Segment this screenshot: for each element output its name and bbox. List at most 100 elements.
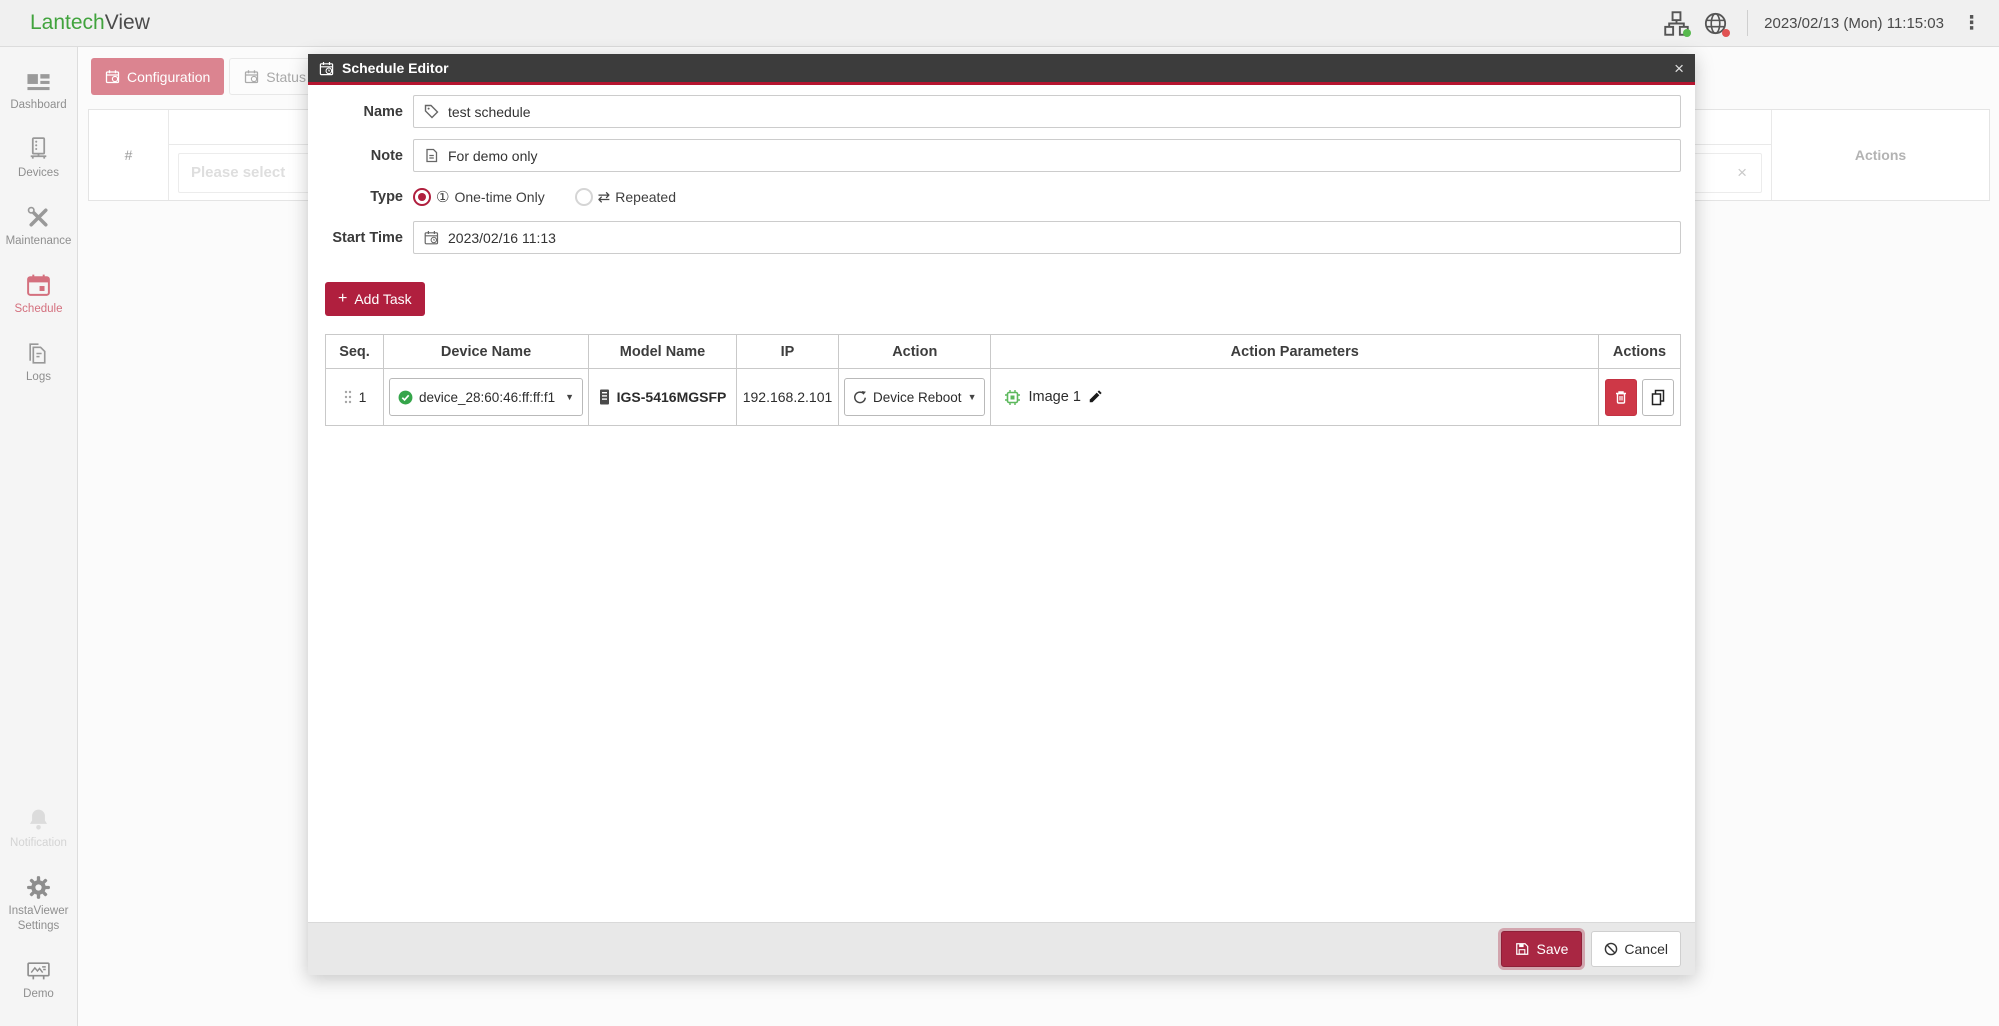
dashboard-icon — [27, 74, 50, 91]
add-task-button[interactable]: + Add Task — [325, 282, 425, 316]
topbar-divider — [1747, 10, 1749, 36]
note-input-wrap — [413, 139, 1681, 172]
name-label: Name — [363, 103, 404, 120]
cancel-button[interactable]: Cancel — [1591, 931, 1681, 967]
trash-icon — [1616, 390, 1626, 404]
switch-device-icon — [599, 389, 609, 405]
start-time-form-row: Start Time — [325, 221, 1681, 254]
radio-option-onetime[interactable]: ① One-time Only — [413, 188, 545, 206]
actions-column-header: Actions — [1771, 110, 1989, 200]
device-select-value: device_28:60:46:ff:ff:f1 — [419, 389, 556, 405]
drag-handle-icon[interactable] — [343, 389, 353, 405]
sidebar-item-notification: Notification — [0, 799, 77, 858]
sidebar-bottom-group: Notification InstaViewer Settings Demo — [0, 799, 77, 1018]
sidebar-item-devices[interactable]: Devices — [0, 129, 77, 188]
action-parameters-cell: Image 1 — [990, 368, 1599, 426]
index-column-header: # — [89, 110, 169, 200]
action-select-value: Device Reboot — [873, 389, 962, 405]
sidebar-label: Schedule — [14, 302, 63, 315]
chip-icon — [1005, 389, 1021, 405]
circled-one-icon: ① — [436, 189, 450, 206]
note-document-icon — [426, 148, 438, 163]
column-header-actions: Actions — [1598, 334, 1681, 369]
tag-icon — [424, 104, 439, 119]
kebab-menu-icon[interactable]: ⋮ — [1962, 12, 1981, 35]
chevron-down-icon: ▼ — [565, 392, 574, 402]
modal-header: Schedule Editor × — [308, 54, 1695, 85]
device-name-cell: device_28:60:46:ff:ff:f1 ▼ — [383, 368, 589, 426]
close-icon[interactable]: × — [1674, 60, 1684, 77]
logs-icon — [29, 343, 46, 364]
globe-status-dot — [1722, 28, 1731, 37]
save-floppy-icon — [1516, 943, 1529, 955]
sidebar-label: Notification — [10, 837, 67, 850]
radio-unselected[interactable] — [574, 188, 593, 206]
ip-cell: 192.168.2.101 — [736, 368, 839, 426]
task-row: 1 device_28:60:46:ff:ff:f1 ▼ IGS-5416MGS… — [325, 368, 1681, 426]
onetime-label: One-time Only — [454, 189, 545, 205]
brand-secondary: View — [104, 11, 150, 34]
radio-option-repeated[interactable]: ⇄ Repeated — [574, 188, 676, 206]
sidebar-label: Devices — [18, 166, 59, 179]
note-form-row: Note — [325, 139, 1681, 172]
demo-board-icon — [27, 962, 50, 980]
tab-label: Configuration — [127, 68, 211, 85]
column-header-seq: Seq. — [325, 334, 384, 369]
start-time-input[interactable] — [448, 229, 1670, 246]
brand-primary: Lantech — [30, 11, 105, 34]
sidebar-label: Dashboard — [10, 99, 67, 111]
delete-task-button[interactable] — [1605, 378, 1637, 416]
sidebar-item-logs[interactable]: Logs — [0, 333, 77, 392]
tab-configuration[interactable]: Configuration — [91, 58, 225, 95]
type-radio-group: ① One-time Only ⇄ Repeated — [413, 188, 676, 206]
name-form-row: Name — [325, 95, 1681, 128]
chevron-down-icon: ▼ — [967, 392, 977, 402]
datetime-display: 2023/02/13 (Mon) 11:15:03 — [1764, 14, 1944, 32]
sidebar-item-schedule[interactable]: Schedule — [0, 265, 77, 324]
column-header-ip: IP — [736, 334, 839, 369]
sidebar-label: InstaViewer Settings — [8, 905, 69, 933]
calendar-clock-icon — [424, 231, 439, 245]
clear-filter-icon[interactable]: × — [1737, 163, 1747, 183]
calendar-icon — [105, 70, 120, 84]
copy-task-button[interactable] — [1642, 378, 1674, 416]
cancel-label: Cancel — [1624, 941, 1668, 957]
gear-icon — [27, 876, 50, 900]
column-header-model-name: Model Name — [588, 334, 737, 369]
modal-footer: Save Cancel — [308, 922, 1695, 975]
copy-icon — [1651, 389, 1665, 405]
note-input[interactable] — [448, 147, 1670, 164]
action-cell: Device Reboot ▼ — [837, 368, 992, 426]
column-header-action: Action — [837, 334, 992, 369]
sidebar-item-maintenance[interactable]: Maintenance — [0, 197, 77, 256]
action-select[interactable]: Device Reboot ▼ — [844, 378, 986, 416]
topology-status-icon[interactable] — [1663, 10, 1692, 37]
sidebar: Dashboard Devices Maintenance Schedule L… — [0, 47, 78, 1026]
sidebar-label: Demo — [23, 988, 54, 1001]
save-button[interactable]: Save — [1501, 931, 1583, 967]
sidebar-item-dashboard[interactable]: Dashboard — [0, 61, 77, 120]
repeated-label: Repeated — [615, 189, 676, 205]
edit-pencil-icon[interactable] — [1088, 390, 1102, 404]
note-label: Note — [370, 147, 403, 164]
calendar-clock-icon — [319, 61, 334, 75]
top-bar: LantechView 2023/02/13 (Mon) 11:15:03 ⋮ — [0, 0, 1999, 47]
action-parameter-value: Image 1 — [1028, 389, 1081, 405]
radio-selected[interactable] — [413, 188, 431, 206]
device-select[interactable]: device_28:60:46:ff:ff:f1 ▼ — [389, 378, 583, 416]
column-header-device-name: Device Name — [383, 334, 589, 369]
start-time-input-wrap — [413, 221, 1681, 254]
name-input[interactable] — [448, 103, 1670, 120]
type-form-row: Type ① One-time Only ⇄ Repeated — [325, 188, 1681, 206]
tab-label: Status — [266, 68, 306, 85]
task-table: Seq. Device Name Model Name IP Action Ac… — [325, 334, 1681, 426]
sidebar-item-instaviewer-settings[interactable]: InstaViewer Settings — [0, 867, 77, 941]
task-table-header-row: Seq. Device Name Model Name IP Action Ac… — [325, 334, 1681, 369]
sidebar-item-demo[interactable]: Demo — [0, 950, 77, 1009]
maintenance-tools-icon — [27, 206, 48, 227]
bell-icon — [29, 809, 48, 830]
start-time-label: Start Time — [332, 229, 403, 246]
globe-status-icon[interactable] — [1702, 10, 1731, 37]
plus-icon: + — [338, 290, 348, 307]
save-label: Save — [1536, 941, 1569, 957]
